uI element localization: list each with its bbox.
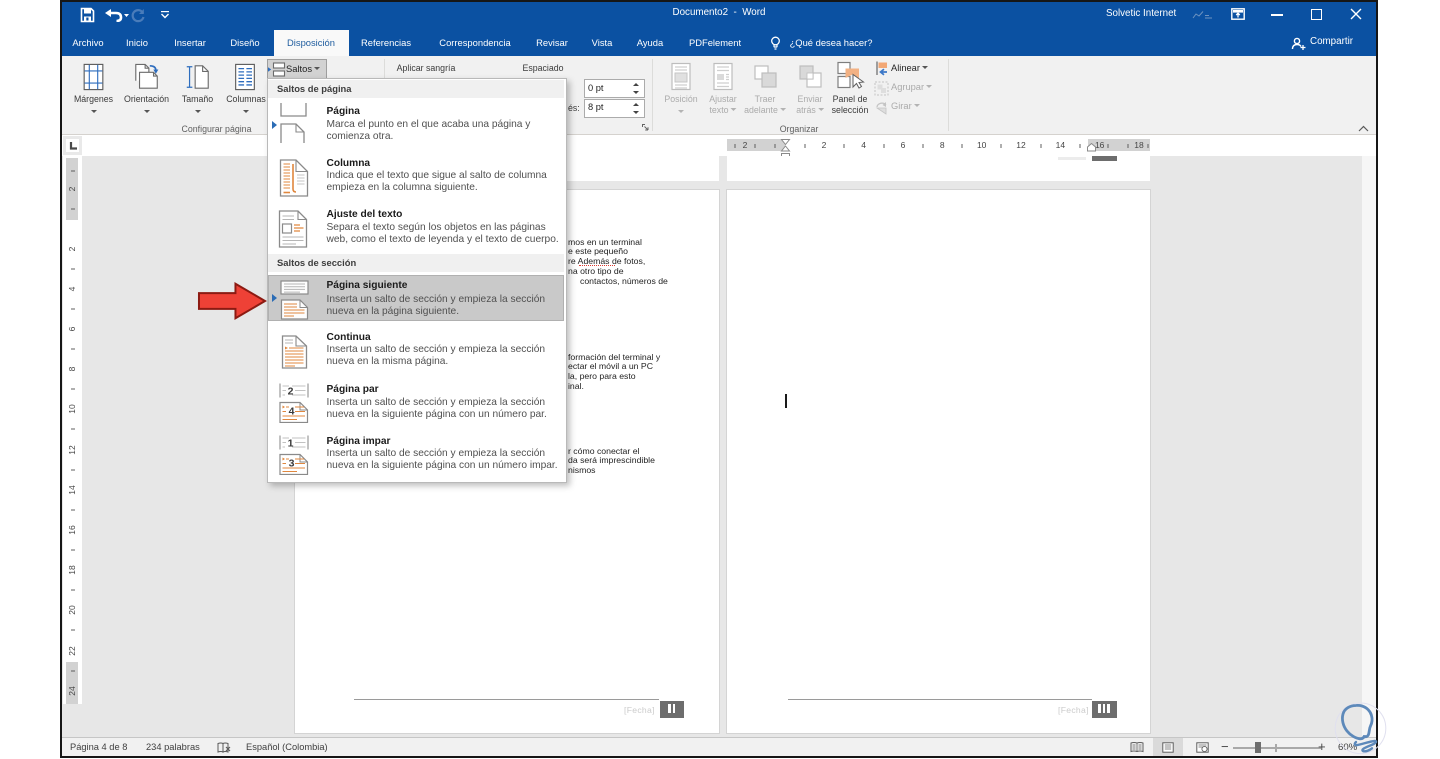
svg-text:2: 2 xyxy=(288,386,294,398)
svg-text:3: 3 xyxy=(289,458,295,470)
svg-text:1: 1 xyxy=(288,438,294,450)
svg-text:4: 4 xyxy=(289,406,295,418)
